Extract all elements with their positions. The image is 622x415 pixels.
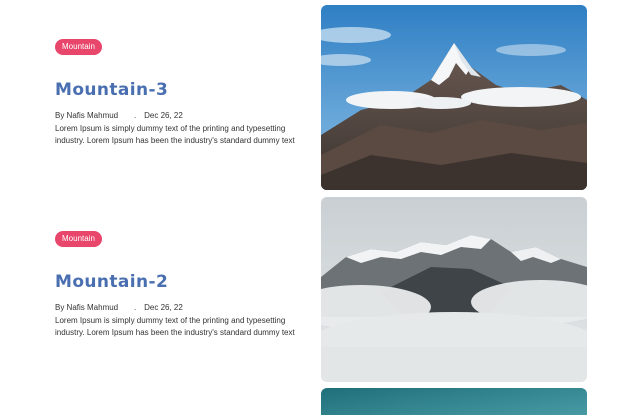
post-thumbnail[interactable] <box>321 197 587 382</box>
blog-post-card: Mountain Mountain-2 By Nafis Mahmud. Dec … <box>0 197 622 382</box>
teal-sky-image <box>321 388 587 415</box>
post-date: Dec 26, 22 <box>144 303 183 312</box>
category-badge[interactable]: Mountain <box>55 231 102 247</box>
meta-separator: . <box>134 111 137 120</box>
post-thumbnail[interactable] <box>321 388 587 415</box>
post-title[interactable]: Mountain-3 <box>55 80 168 100</box>
post-meta: By Nafis Mahmud. Dec 26, 22 <box>55 111 183 120</box>
blog-post-card <box>0 388 622 415</box>
category-badge[interactable]: Mountain <box>55 39 102 55</box>
meta-separator: . <box>134 303 137 312</box>
post-title[interactable]: Mountain-2 <box>55 272 168 292</box>
snowy-peak-image <box>321 5 587 190</box>
post-author: By Nafis Mahmud <box>55 303 119 312</box>
misty-mountain-image <box>321 197 587 382</box>
post-excerpt: Lorem Ipsum is simply dummy text of the … <box>55 316 295 337</box>
post-thumbnail[interactable] <box>321 5 587 190</box>
post-date: Dec 26, 22 <box>144 111 183 120</box>
blog-post-card: Mountain Mountain-3 By Nafis Mahmud. Dec … <box>0 5 622 190</box>
post-meta: By Nafis Mahmud. Dec 26, 22 <box>55 303 183 312</box>
post-excerpt: Lorem Ipsum is simply dummy text of the … <box>55 124 295 145</box>
post-author: By Nafis Mahmud <box>55 111 119 120</box>
